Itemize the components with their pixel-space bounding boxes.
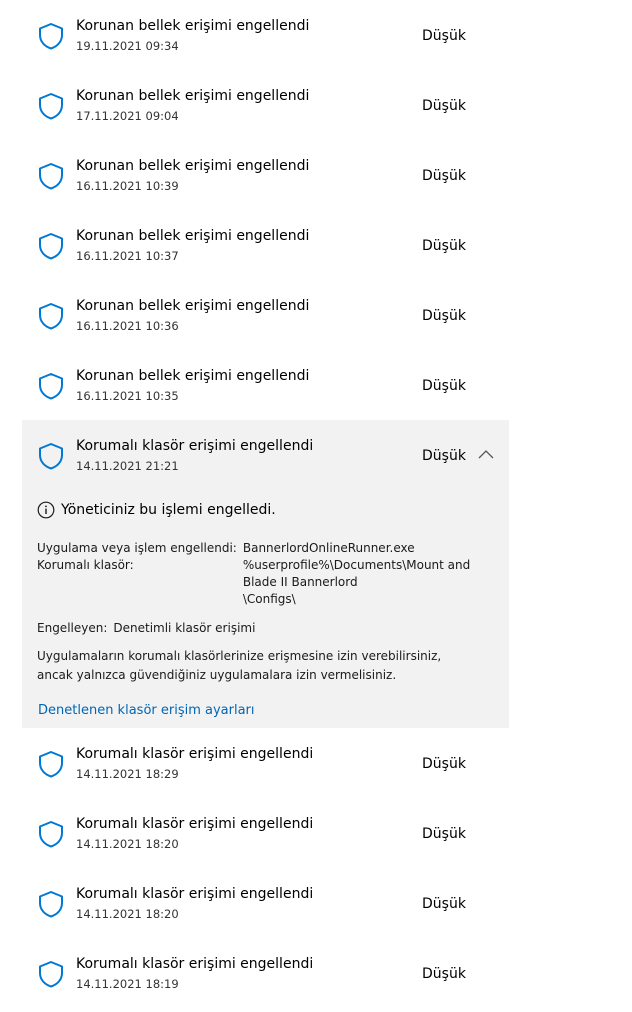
history-item-title: Korunan bellek erişimi engellendi xyxy=(76,298,310,314)
shield-icon xyxy=(39,233,63,260)
shield-icon xyxy=(39,821,63,848)
history-item-date: 19.11.2021 09:34 xyxy=(76,39,179,53)
history-item-title: Korunan bellek erişimi engellendi xyxy=(76,88,310,104)
blocked-details-table: Uygulama veya işlem engellendi: Bannerlo… xyxy=(37,540,497,608)
blocked-by-label: Engelleyen: xyxy=(37,621,108,635)
history-item[interactable]: Korumalı klasör erişimi engellendi 14.11.… xyxy=(22,728,509,798)
history-item[interactable]: Korumalı klasör erişimi engellendi 14.11.… xyxy=(22,938,509,1008)
history-item-date: 16.11.2021 10:39 xyxy=(76,179,179,193)
blocked-by-row: Engelleyen: Denetimli klasör erişimi xyxy=(37,620,497,637)
allow-apps-description: Uygulamaların korumalı klasörlerinize er… xyxy=(37,649,442,682)
shield-icon xyxy=(39,303,63,330)
blocked-app-value: BannerlordOnlineRunner.exe xyxy=(242,541,415,555)
shield-icon xyxy=(39,961,63,988)
protected-folder-label: Korumalı klasör: xyxy=(37,558,134,572)
history-item[interactable]: Korunan bellek erişimi engellendi 16.11.2… xyxy=(22,280,509,350)
history-item-severity: Düşük xyxy=(422,28,466,44)
shield-icon xyxy=(39,93,63,120)
history-item-date: 14.11.2021 18:19 xyxy=(76,977,179,991)
history-item-title: Korunan bellek erişimi engellendi xyxy=(76,368,310,384)
history-item[interactable]: Korunan bellek erişimi engellendi 17.11.2… xyxy=(22,70,509,140)
history-item[interactable]: Korumalı klasör erişimi engellendi 14.11.… xyxy=(22,868,509,938)
history-item-title: Korunan bellek erişimi engellendi xyxy=(76,158,310,174)
history-item-title: Korunan bellek erişimi engellendi xyxy=(76,18,310,34)
blocked-by-value: Denetimli klasör erişimi xyxy=(113,621,256,635)
history-item-date: 14.11.2021 18:20 xyxy=(76,907,179,921)
shield-icon xyxy=(39,373,63,400)
history-item-severity: Düşük xyxy=(422,308,466,324)
history-item-details: Yöneticiniz bu işlemi engelledi. Uygulam… xyxy=(37,500,497,720)
history-item-title: Korunan bellek erişimi engellendi xyxy=(76,228,310,244)
shield-icon xyxy=(39,163,63,190)
shield-icon xyxy=(39,891,63,918)
history-item[interactable]: Korunan bellek erişimi engellendi 19.11.2… xyxy=(22,0,509,70)
history-item-date: 14.11.2021 21:21 xyxy=(76,459,179,473)
history-item[interactable]: Korunan bellek erişimi engellendi 16.11.2… xyxy=(22,350,509,420)
admin-message: Yöneticiniz bu işlemi engelledi. xyxy=(61,502,276,518)
protection-history-list: Korunan bellek erişimi engellendi 19.11.2… xyxy=(22,0,509,1008)
history-group-after: Korumalı klasör erişimi engellendi 14.11.… xyxy=(22,728,509,1008)
history-item-expanded-header[interactable]: Korumalı klasör erişimi engellendi 14.11… xyxy=(22,420,509,490)
history-item-title: Korumalı klasör erişimi engellendi xyxy=(76,816,314,832)
history-item-date: 16.11.2021 10:36 xyxy=(76,319,179,333)
controlled-folder-access-settings-link[interactable]: Denetlenen klasör erişim ayarları xyxy=(38,702,255,720)
history-item-severity: Düşük xyxy=(422,966,466,982)
shield-icon xyxy=(39,23,63,50)
history-item-date: 17.11.2021 09:04 xyxy=(76,109,179,123)
history-item-date: 16.11.2021 10:37 xyxy=(76,249,179,263)
history-item-title: Korumalı klasör erişimi engellendi xyxy=(76,886,314,902)
history-item-severity: Düşük xyxy=(422,826,466,842)
info-icon xyxy=(37,501,55,519)
history-item-title: Korumalı klasör erişimi engellendi xyxy=(76,956,314,972)
history-item-severity: Düşük xyxy=(422,378,466,394)
history-item-severity: Düşük xyxy=(422,896,466,912)
expanded-history-item: Korumalı klasör erişimi engellendi 14.11… xyxy=(22,420,509,728)
blocked-app-label: Uygulama veya işlem engellendi: xyxy=(37,541,237,555)
history-item-severity: Düşük xyxy=(422,756,466,772)
shield-icon xyxy=(39,751,63,778)
history-group-before: Korunan bellek erişimi engellendi 19.11.2… xyxy=(22,0,509,420)
history-item-severity: Düşük xyxy=(422,448,466,464)
history-item-severity: Düşük xyxy=(422,98,466,114)
history-item-severity: Düşük xyxy=(422,168,466,184)
chevron-up-icon[interactable] xyxy=(476,446,496,462)
history-item-title: Korumalı klasör erişimi engellendi xyxy=(76,438,314,454)
history-item[interactable]: Korunan bellek erişimi engellendi 16.11.2… xyxy=(22,140,509,210)
history-item-date: 14.11.2021 18:20 xyxy=(76,837,179,851)
shield-icon xyxy=(39,443,63,470)
history-item-date: 14.11.2021 18:29 xyxy=(76,767,179,781)
history-item-severity: Düşük xyxy=(422,238,466,254)
protected-folder-value: %userprofile%\Documents\Mount and Blade … xyxy=(242,558,471,606)
history-item-date: 16.11.2021 10:35 xyxy=(76,389,179,403)
history-item-title: Korumalı klasör erişimi engellendi xyxy=(76,746,314,762)
history-item[interactable]: Korunan bellek erişimi engellendi 16.11.2… xyxy=(22,210,509,280)
history-item[interactable]: Korumalı klasör erişimi engellendi 14.11.… xyxy=(22,798,509,868)
admin-notice: Yöneticiniz bu işlemi engelledi. xyxy=(37,500,497,520)
